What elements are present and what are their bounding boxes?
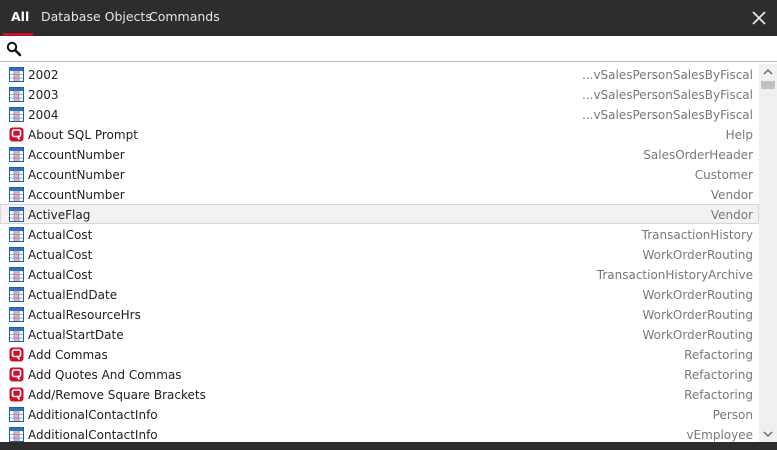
result-row[interactable]: Add/Remove Square Brackets Refactoring: [0, 384, 759, 404]
title-bar: All Database Objects Commands: [0, 0, 777, 36]
result-label: Add/Remove Square Brackets: [28, 388, 206, 402]
result-source: SalesOrderHeader: [643, 148, 753, 162]
tab-label: Commands: [149, 9, 220, 24]
result-row[interactable]: ActualCost TransactionHistory: [0, 224, 759, 244]
result-source: Refactoring: [684, 368, 753, 382]
table-column-icon: [9, 87, 24, 102]
result-source: ...vSalesPersonSalesByFiscal: [582, 68, 753, 82]
tab-label: All: [11, 9, 30, 24]
result-label: ActualEndDate: [28, 288, 118, 302]
result-label: ActualStartDate: [28, 328, 124, 342]
result-label: AccountNumber: [28, 188, 125, 202]
close-icon[interactable]: [749, 8, 769, 28]
result-source: Vendor: [710, 208, 753, 222]
tab-all[interactable]: All: [11, 0, 29, 36]
result-label: 2002: [28, 68, 59, 82]
result-label: About SQL Prompt: [28, 128, 138, 142]
result-source: Refactoring: [684, 348, 753, 362]
result-source: Refactoring: [684, 388, 753, 402]
table-column-icon: [9, 287, 24, 302]
search-icon: [6, 41, 22, 57]
result-source: Person: [712, 408, 753, 422]
vertical-scrollbar[interactable]: [759, 64, 777, 442]
result-row[interactable]: ActualEndDate WorkOrderRouting: [0, 284, 759, 304]
result-label: AccountNumber: [28, 168, 125, 182]
result-row[interactable]: 2004 ...vSalesPersonSalesByFiscal: [0, 104, 759, 124]
bottom-bar: [0, 442, 777, 450]
result-label: ActualResourceHrs: [28, 308, 141, 322]
search-input[interactable]: [26, 39, 766, 59]
table-column-icon: [9, 107, 24, 122]
result-row[interactable]: Add Commas Refactoring: [0, 344, 759, 364]
table-column-icon: [9, 147, 24, 162]
table-column-icon: [9, 307, 24, 322]
result-label: Add Quotes And Commas: [28, 368, 182, 382]
result-label: ActualCost: [28, 228, 93, 242]
table-column-icon: [9, 227, 24, 242]
table-column-icon: [9, 407, 24, 422]
table-column-icon: [9, 67, 24, 82]
table-column-icon: [9, 207, 24, 222]
table-column-icon: [9, 327, 24, 342]
result-row[interactable]: AccountNumber Customer: [0, 164, 759, 184]
result-source: ...vSalesPersonSalesByFiscal: [582, 88, 753, 102]
result-label: AccountNumber: [28, 148, 125, 162]
result-row[interactable]: ActualCost TransactionHistoryArchive: [0, 264, 759, 284]
result-source: TransactionHistory: [641, 228, 753, 242]
result-label: Add Commas: [28, 348, 108, 362]
result-label: ActualCost: [28, 248, 93, 262]
result-label: ActualCost: [28, 268, 93, 282]
sql-prompt-command-icon: [9, 127, 24, 142]
result-source: ...vSalesPersonSalesByFiscal: [582, 108, 753, 122]
result-label: ActiveFlag: [28, 208, 91, 222]
search-bar: [0, 36, 777, 62]
tab-commands[interactable]: Commands: [149, 0, 220, 36]
result-source: WorkOrderRouting: [642, 288, 754, 302]
result-source: WorkOrderRouting: [642, 328, 754, 342]
result-row[interactable]: ActualCost WorkOrderRouting: [0, 244, 759, 264]
sql-prompt-command-icon: [9, 367, 24, 382]
result-row[interactable]: 2002 ...vSalesPersonSalesByFiscal: [0, 64, 759, 84]
table-column-icon: [9, 187, 24, 202]
result-row[interactable]: AdditionalContactInfo vEmployee: [0, 424, 759, 444]
result-source: WorkOrderRouting: [642, 308, 754, 322]
result-row[interactable]: ActualResourceHrs WorkOrderRouting: [0, 304, 759, 324]
sql-prompt-command-icon: [9, 387, 24, 402]
result-label: 2004: [28, 108, 59, 122]
result-row[interactable]: AccountNumber SalesOrderHeader: [0, 144, 759, 164]
result-row[interactable]: 2003 ...vSalesPersonSalesByFiscal: [0, 84, 759, 104]
result-row[interactable]: ActiveFlag Vendor: [0, 204, 759, 224]
result-label: AdditionalContactInfo: [28, 408, 158, 422]
tab-label: Database Objects: [41, 9, 152, 24]
result-row[interactable]: Add Quotes And Commas Refactoring: [0, 364, 759, 384]
table-column-icon: [9, 247, 24, 262]
table-column-icon: [9, 267, 24, 282]
table-column-icon: [9, 427, 24, 442]
result-label: 2003: [28, 88, 59, 102]
result-source: TransactionHistoryArchive: [596, 268, 753, 282]
sql-prompt-command-icon: [9, 347, 24, 362]
scroll-down-arrow-icon[interactable]: [759, 426, 777, 442]
scrollbar-thumb[interactable]: [761, 81, 775, 89]
result-source: WorkOrderRouting: [642, 248, 754, 262]
result-source: Customer: [694, 168, 753, 182]
result-row[interactable]: ActualStartDate WorkOrderRouting: [0, 324, 759, 344]
result-row[interactable]: AccountNumber Vendor: [0, 184, 759, 204]
results-list: 2002 ...vSalesPersonSalesByFiscal 2003 ...v…: [0, 64, 759, 444]
tab-database-objects[interactable]: Database Objects: [41, 0, 152, 36]
table-column-icon: [9, 167, 24, 182]
scroll-up-arrow-icon[interactable]: [759, 64, 777, 80]
result-row[interactable]: AdditionalContactInfo Person: [0, 404, 759, 424]
result-row[interactable]: About SQL Prompt Help: [0, 124, 759, 144]
result-source: Vendor: [710, 188, 753, 202]
result-source: Help: [725, 128, 753, 142]
